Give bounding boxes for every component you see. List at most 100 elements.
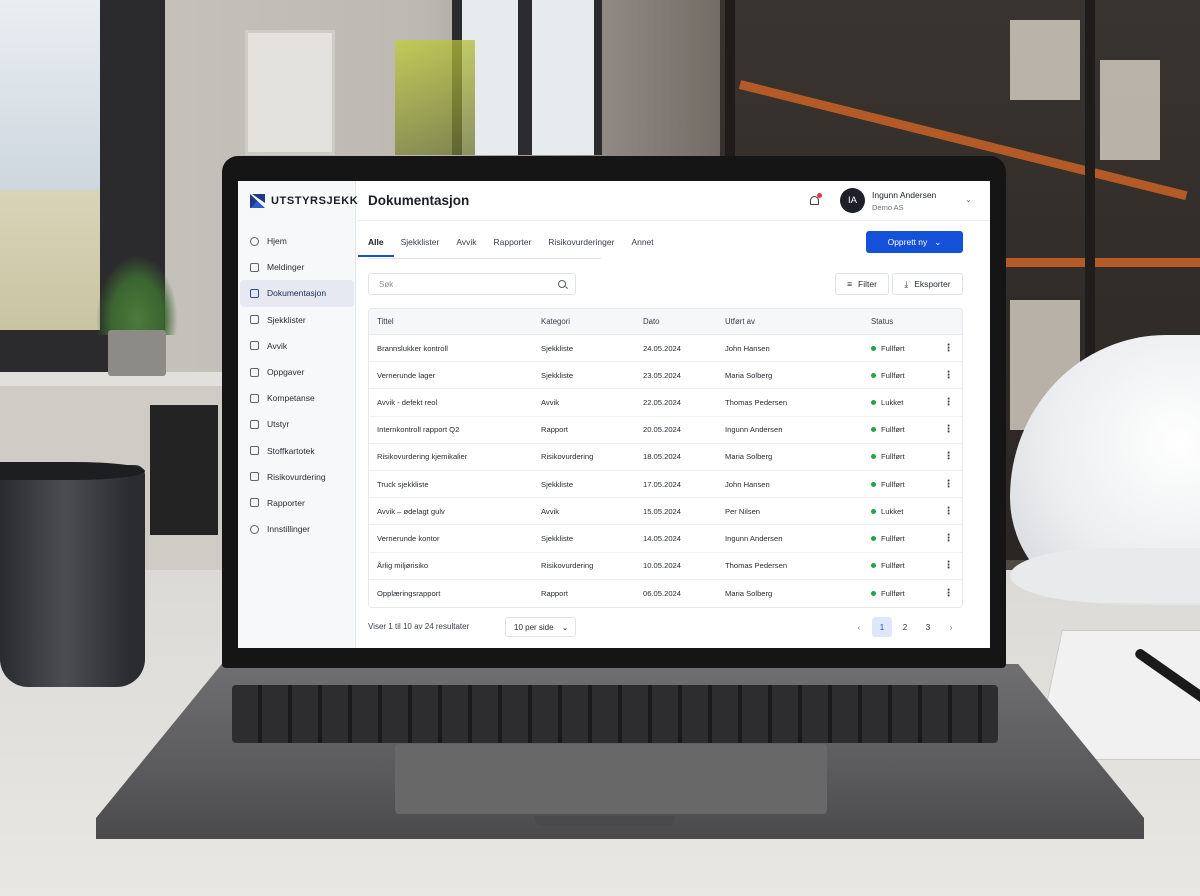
sidebar-item-stoffkartotek[interactable]: Stoffkartotek <box>240 438 354 464</box>
sidebar-item-hjem[interactable]: Hjem <box>240 228 354 254</box>
page-button[interactable]: 3 <box>918 617 938 637</box>
sidebar-item-kompetanse[interactable]: Kompetanse <box>240 385 354 411</box>
filter-icon: ≡ <box>847 279 853 289</box>
sidebar-item-dokumentasjon[interactable]: Dokumentasjon <box>240 280 354 307</box>
per-page-select[interactable]: 10 per side ⌄ <box>505 617 576 637</box>
tab-bar: Alle Sjekklister Avvik Rapporter Risikovurde… <box>358 231 654 257</box>
sidebar-item-sjekklister[interactable]: Sjekklister <box>240 307 354 333</box>
table-row[interactable]: Avvik – ødelagt gulv Avvik 15.05.2024 Per N… <box>369 498 962 526</box>
table-row[interactable]: Avvik - defekt reol Avvik 22.05.2024 Thomas… <box>369 389 962 417</box>
column-header[interactable]: Status <box>863 317 933 326</box>
chevron-left-icon[interactable]: ‹ <box>849 617 869 637</box>
column-header[interactable]: Kategori <box>533 317 635 326</box>
table-row[interactable]: Årlig miljørisiko Risikovurdering 10.05.20… <box>369 553 962 580</box>
task-icon <box>250 367 259 377</box>
documents-table: Tittel Kategori Dato Utført av Status Branns… <box>368 308 963 608</box>
page-title: Dokumentasjon <box>368 193 470 208</box>
document-icon <box>250 288 259 298</box>
sidebar-item-risikovurdering[interactable]: Risikovurdering <box>240 464 354 490</box>
cell-performed-by: Thomas Pedersen <box>725 397 788 407</box>
status-dot-icon <box>871 508 876 514</box>
status-dot-icon <box>871 563 876 569</box>
cell-date: 18.05.2024 <box>643 452 682 462</box>
column-header[interactable]: Utført av <box>717 317 863 326</box>
shelf-box <box>1100 60 1160 160</box>
whiteboard <box>245 30 335 155</box>
notification-bell-icon[interactable] <box>808 193 822 207</box>
sidebar-item-label: Stoffkartotek <box>267 445 315 456</box>
filter-button[interactable]: ≡ Filter <box>835 273 889 295</box>
chevron-down-icon[interactable]: ⌄ <box>965 195 972 204</box>
more-options-icon[interactable]: ⋮ <box>933 560 962 571</box>
sidebar-item-label: Hjem <box>267 236 287 247</box>
checklist-icon <box>250 315 259 325</box>
table-row[interactable]: Truck sjekkliste Sjekkliste 17.05.2024 John… <box>369 471 962 499</box>
sidebar-item-rapporter[interactable]: Rapporter <box>240 490 354 516</box>
more-options-icon[interactable]: ⋮ <box>933 397 962 408</box>
sidebar-item-avvik[interactable]: Avvik <box>240 333 354 359</box>
tab-alle[interactable]: Alle <box>358 231 394 257</box>
cell-performed-by: John Hansen <box>725 343 770 353</box>
more-options-icon[interactable]: ⋮ <box>933 588 962 599</box>
tab-rapporter[interactable]: Rapporter <box>493 231 531 257</box>
sidebar-item-oppgaver[interactable]: Oppgaver <box>240 359 354 385</box>
page-button[interactable]: 2 <box>895 617 915 637</box>
per-page-value: 10 per side <box>514 622 554 632</box>
user-name[interactable]: Ingunn Andersen <box>872 190 936 200</box>
cell-performed-by: Maria Solberg <box>725 370 773 380</box>
tab-risikovurderinger[interactable]: Risikovurderinger <box>548 231 614 257</box>
export-button[interactable]: ⤓ Eksporter <box>892 273 963 295</box>
sidebar-item-label: Innstillinger <box>267 524 310 535</box>
more-options-icon[interactable]: ⋮ <box>933 533 962 544</box>
user-org: Demo AS <box>872 203 904 212</box>
gear-icon <box>250 524 259 534</box>
status-text: Fullført <box>881 452 905 462</box>
sidebar-item-meldinger[interactable]: Meldinger <box>240 254 354 280</box>
shelf-box <box>1010 20 1080 100</box>
cell-performed-by: Maria Solberg <box>725 588 773 598</box>
archive-icon <box>250 446 259 456</box>
column-header[interactable]: Tittel <box>369 317 533 326</box>
status-text: Fullført <box>881 561 905 571</box>
chevron-right-icon[interactable]: › <box>941 617 961 637</box>
more-options-icon[interactable]: ⋮ <box>933 506 962 517</box>
cell-title: Vernerunde kontor <box>377 533 440 543</box>
table-row[interactable]: Internkontroll rapport Q2 Rapport 20.05.20… <box>369 417 962 444</box>
table-body: Brannslukker kontroll Sjekkliste 24.05.202… <box>369 335 962 607</box>
table-row[interactable]: Brannslukker kontroll Sjekkliste 24.05.202… <box>369 335 962 363</box>
notification-badge <box>817 193 822 198</box>
page-button[interactable]: 1 <box>872 617 892 637</box>
safety-vest <box>395 40 475 155</box>
avatar[interactable]: IA <box>840 188 865 213</box>
more-options-icon[interactable]: ⋮ <box>933 343 962 354</box>
status-dot-icon <box>871 372 876 378</box>
sidebar: UTSTYRSJEKK Hjem Meldinger Dokumentasjon Sj… <box>238 181 358 648</box>
tab-sjekklister[interactable]: Sjekklister <box>401 231 440 257</box>
results-count: Viser 1 til 10 av 24 resultater <box>368 622 470 631</box>
more-options-icon[interactable]: ⋮ <box>933 424 962 435</box>
column-header[interactable]: Dato <box>635 317 717 326</box>
more-options-icon[interactable]: ⋮ <box>933 370 962 381</box>
table-row[interactable]: Opplæringsrapport Rapport 06.05.2024 Maria … <box>369 580 962 607</box>
table-row[interactable]: Risikovurdering kjemikalier Risikovurderi… <box>369 444 962 471</box>
cell-performed-by: Ingunn Andersen <box>725 533 783 543</box>
sidebar-item-innstillinger[interactable]: Innstillinger <box>240 516 354 542</box>
tab-annet[interactable]: Annet <box>631 231 653 257</box>
tab-avvik[interactable]: Avvik <box>456 231 476 257</box>
table-row[interactable]: Vernerunde lager Sjekkliste 23.05.2024 Mari… <box>369 362 962 390</box>
app-logo[interactable]: UTSTYRSJEKK <box>250 194 358 208</box>
create-new-button[interactable]: Opprett ny ⌄ <box>866 231 963 253</box>
status-badge: Fullført <box>863 344 933 353</box>
sidebar-item-utstyr[interactable]: Utstyr <box>240 411 354 437</box>
cell-date: 24.05.2024 <box>643 343 682 353</box>
status-dot-icon <box>871 345 876 351</box>
more-options-icon[interactable]: ⋮ <box>933 451 962 462</box>
more-options-icon[interactable]: ⋮ <box>933 479 962 490</box>
search-input[interactable]: Søk <box>368 273 576 295</box>
cell-date: 20.05.2024 <box>643 425 682 435</box>
table-row[interactable]: Vernerunde kontor Sjekkliste 14.05.2024 Ing… <box>369 525 962 553</box>
cell-category: Avvik <box>541 506 560 516</box>
laptop-notch <box>535 816 675 826</box>
plant <box>96 255 178 335</box>
cell-date: 14.05.2024 <box>643 533 682 543</box>
